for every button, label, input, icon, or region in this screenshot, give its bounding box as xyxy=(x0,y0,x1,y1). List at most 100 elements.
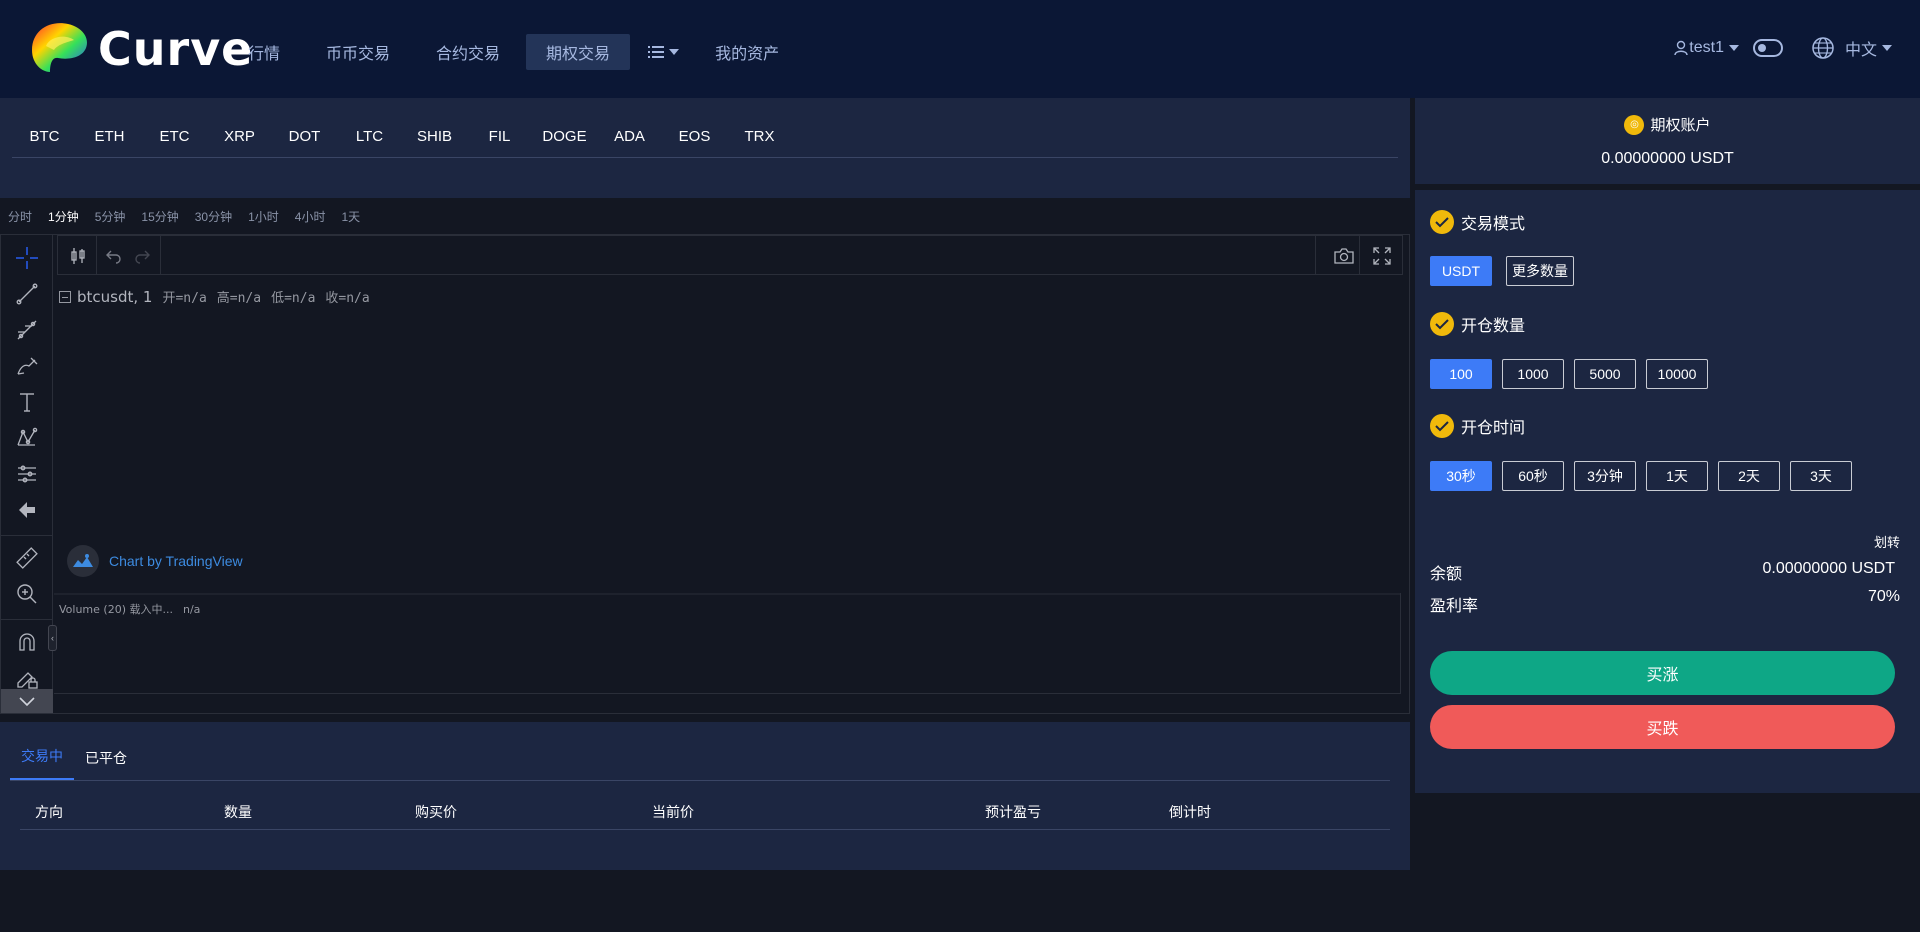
time-30s-button[interactable]: 30秒 xyxy=(1430,461,1492,491)
mode-more-qty-button[interactable]: 更多数量 xyxy=(1506,256,1574,286)
lock-drawings-icon[interactable] xyxy=(14,665,40,691)
coin-tab-xrp[interactable]: XRP xyxy=(207,128,272,145)
coin-tab-ltc[interactable]: LTC xyxy=(337,128,402,145)
language-selector[interactable]: 中文 xyxy=(1811,36,1892,60)
buy-up-button[interactable]: 买涨 xyxy=(1430,651,1895,695)
tab-open-orders[interactable]: 交易中 xyxy=(10,746,74,780)
coin-tab-eth[interactable]: ETH xyxy=(77,128,142,145)
ohlc-low: 低=n/a xyxy=(271,291,316,306)
orders-tabs: 交易中 已平仓 xyxy=(10,722,138,780)
user-menu[interactable]: test1 xyxy=(1673,39,1739,57)
profit-rate-row: 盈利率 70% xyxy=(1430,588,1900,616)
interval-tick[interactable]: 分时 xyxy=(8,208,32,225)
toolbar-collapse-handle[interactable]: ‹ xyxy=(48,625,57,651)
transfer-link[interactable]: 划转 xyxy=(1874,532,1900,551)
chevron-down-icon xyxy=(669,49,680,55)
pane-separator[interactable] xyxy=(54,593,1401,595)
volume-label: Volume (20) 载入中... xyxy=(59,603,173,616)
interval-bar: 分时 1分钟 5分钟 15分钟 30分钟 1小时 4小时 1天 xyxy=(0,198,1410,234)
nav-assets[interactable]: 我的资产 xyxy=(695,34,799,70)
zoom-in-icon[interactable] xyxy=(14,581,40,607)
check-icon xyxy=(1430,414,1454,438)
arrow-left-icon[interactable] xyxy=(14,497,40,523)
interval-1m[interactable]: 1分钟 xyxy=(48,208,79,225)
coin-tab-btc[interactable]: BTC xyxy=(12,128,77,145)
camera-icon[interactable] xyxy=(1332,244,1356,268)
pattern-icon[interactable] xyxy=(14,425,40,451)
balance-label: 余额 xyxy=(1430,566,1463,583)
buy-down-button[interactable]: 买跌 xyxy=(1430,705,1895,749)
curve-logo-icon[interactable] xyxy=(24,16,90,82)
time-3m-button[interactable]: 3分钟 xyxy=(1574,461,1636,491)
interval-30m[interactable]: 30分钟 xyxy=(195,208,232,225)
time-60s-button[interactable]: 60秒 xyxy=(1502,461,1564,491)
chart-symbol: btcusdt, 1 xyxy=(77,287,153,306)
coin-tab-shib[interactable]: SHIB xyxy=(402,128,467,145)
tab-closed-orders[interactable]: 已平仓 xyxy=(74,748,138,780)
time-1d-button[interactable]: 1天 xyxy=(1646,461,1708,491)
nav-options[interactable]: 期权交易 xyxy=(526,34,631,70)
mode-usdt-button[interactable]: USDT xyxy=(1430,256,1492,286)
interval-5m[interactable]: 5分钟 xyxy=(95,208,126,225)
trade-mode-options: USDT 更多数量 xyxy=(1430,256,1584,286)
interval-1d[interactable]: 1天 xyxy=(341,208,360,225)
interval-15m[interactable]: 15分钟 xyxy=(141,208,178,225)
fullscreen-icon[interactable] xyxy=(1370,244,1394,268)
prediction-icon[interactable] xyxy=(14,461,40,487)
collapse-legend-icon[interactable] xyxy=(59,290,71,303)
candles-icon[interactable] xyxy=(66,244,90,268)
chart-legend: btcusdt, 1 开=n/a 高=n/a 低=n/a 收=n/a xyxy=(59,287,380,306)
open-time-options: 30秒 60秒 3分钟 1天 2天 3天 xyxy=(1430,461,1862,491)
ohlc-open: 开=n/a xyxy=(162,291,207,306)
profit-rate-label: 盈利率 xyxy=(1430,598,1479,615)
text-tool-icon[interactable] xyxy=(14,389,40,415)
balance-value: 0.00000000 USDT xyxy=(1762,560,1895,577)
brush-icon[interactable] xyxy=(14,353,40,379)
ruler-icon[interactable] xyxy=(14,545,40,571)
coin-tab-fil[interactable]: FIL xyxy=(467,128,532,145)
chevron-down-icon xyxy=(1882,45,1892,51)
coin-tab-etc[interactable]: ETC xyxy=(142,128,207,145)
chevron-down-icon xyxy=(19,697,35,707)
redo-icon[interactable] xyxy=(130,244,154,268)
chevron-down-icon xyxy=(1728,45,1739,51)
trade-panel: 交易模式 USDT 更多数量 开仓数量 100 1000 5000 10000 … xyxy=(1415,190,1920,793)
tools-expand-button[interactable] xyxy=(1,689,53,713)
qty-5000-button[interactable]: 5000 xyxy=(1574,359,1636,389)
undo-icon[interactable] xyxy=(102,244,126,268)
orders-panel: 交易中 已平仓 方向 数量 购买价 当前价 预计盈亏 倒计时 xyxy=(0,722,1410,870)
coin-tab-doge[interactable]: DOGE xyxy=(532,128,597,145)
crosshair-icon[interactable] xyxy=(14,245,40,271)
nav-spot[interactable]: 币币交易 xyxy=(306,34,410,70)
tradingview-label: Chart by TradingView xyxy=(109,553,243,569)
nav-contract[interactable]: 合约交易 xyxy=(416,34,520,70)
col-est-pnl: 预计盈亏 xyxy=(985,804,1041,820)
orders-table-header: 方向 数量 购买价 当前价 预计盈亏 倒计时 xyxy=(20,792,1390,830)
volume-value: n/a xyxy=(182,603,201,616)
qty-10000-button[interactable]: 10000 xyxy=(1646,359,1708,389)
interval-1h[interactable]: 1小时 xyxy=(248,208,279,225)
coin-tab-dot[interactable]: DOT xyxy=(272,128,337,145)
coin-tab-eos[interactable]: EOS xyxy=(662,128,727,145)
tradingview-widget[interactable]: ‹ btcusdt, 1 开=n/a 高=n/a 低=n/a 收=n/a Cha… xyxy=(0,234,1410,714)
time-2d-button[interactable]: 2天 xyxy=(1718,461,1780,491)
magnet-icon[interactable] xyxy=(14,629,40,655)
qty-100-button[interactable]: 100 xyxy=(1430,359,1492,389)
nav-market[interactable]: 行情 xyxy=(228,34,300,70)
time-3d-button[interactable]: 3天 xyxy=(1790,461,1852,491)
theme-toggle[interactable] xyxy=(1752,39,1783,57)
fib-tools-icon[interactable] xyxy=(14,317,40,343)
check-icon xyxy=(1430,312,1454,336)
col-direction: 方向 xyxy=(35,804,63,820)
trend-line-icon[interactable] xyxy=(14,281,40,307)
coin-tab-ada[interactable]: ADA xyxy=(597,128,662,145)
qty-1000-button[interactable]: 1000 xyxy=(1502,359,1564,389)
ohlc-close: 收=n/a xyxy=(325,291,370,306)
nav-more-menu[interactable] xyxy=(636,39,691,65)
tradingview-link[interactable]: Chart by TradingView xyxy=(67,545,243,577)
coin-tab-trx[interactable]: TRX xyxy=(727,128,792,145)
balance-row: 余额 0.00000000 USDT xyxy=(1430,560,1900,584)
interval-4h[interactable]: 4小时 xyxy=(295,208,326,225)
col-countdown: 倒计时 xyxy=(1169,804,1211,820)
top-header: Curve 行情 币币交易 合约交易 期权交易 我的资产 test1 中文 xyxy=(0,0,1920,98)
